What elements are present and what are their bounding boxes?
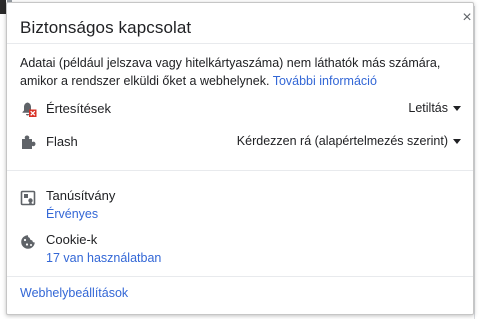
notifications-setting-dropdown[interactable]: Letiltás xyxy=(408,101,461,115)
permission-row-flash: Flash Kérdezzen rá (alapértelmezés szeri… xyxy=(7,131,473,153)
certificate-title: Tanúsítvány xyxy=(46,188,116,203)
site-settings-link[interactable]: Webhelybeállítások xyxy=(20,286,128,300)
permission-label: Flash xyxy=(46,134,78,149)
permission-label: Értesítések xyxy=(46,101,112,116)
description-text: Adatai (például jelszava vagy hitelkárty… xyxy=(20,56,441,88)
popup-title: Biztonságos kapcsolat xyxy=(20,18,192,37)
divider xyxy=(7,276,473,277)
dropdown-value: Letiltás xyxy=(408,101,448,115)
cookie-icon xyxy=(20,234,36,250)
background-page-edge xyxy=(474,6,475,319)
permission-row-notifications: Értesítések Letiltás xyxy=(7,98,473,120)
divider xyxy=(7,43,473,44)
divider xyxy=(7,170,473,171)
flash-setting-dropdown[interactable]: Kérdezzen rá (alapértelmezés szerint) xyxy=(237,134,461,148)
connection-description: Adatai (például jelszava vagy hitelkárty… xyxy=(20,54,465,90)
puzzle-icon xyxy=(20,133,38,151)
certificate-icon xyxy=(20,190,36,206)
cookies-title: Cookie-k xyxy=(46,232,98,247)
dropdown-value: Kérdezzen rá (alapértelmezés szerint) xyxy=(236,134,448,148)
notifications-blocked-icon xyxy=(20,100,38,118)
chevron-down-icon xyxy=(453,139,461,144)
certificate-valid-link[interactable]: Érvényes xyxy=(46,207,98,221)
cookies-in-use-link[interactable]: 17 van használatban xyxy=(46,251,161,265)
more-info-link[interactable]: További információ xyxy=(273,74,377,88)
page-info-popup: Biztonságos kapcsolat × Adatai (például … xyxy=(6,2,474,315)
chevron-down-icon xyxy=(453,106,461,111)
close-icon[interactable]: × xyxy=(459,10,475,26)
